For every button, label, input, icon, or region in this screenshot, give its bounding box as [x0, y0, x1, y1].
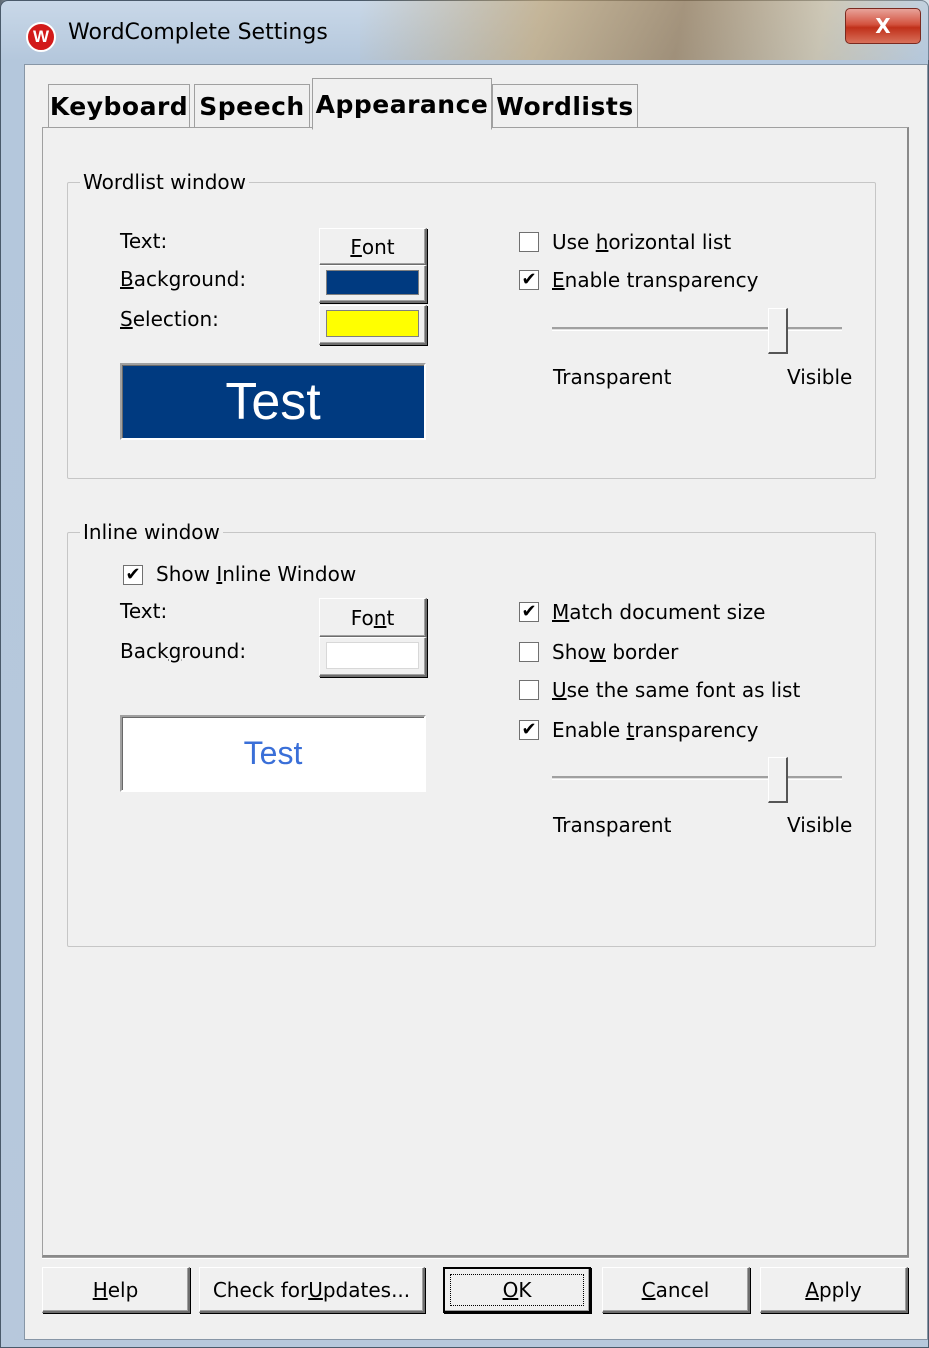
show-border-label[interactable]: Show border [552, 640, 678, 664]
tab-keyboard-label: Keyboard [49, 92, 189, 121]
wordlist-selection-color-button[interactable] [319, 305, 427, 345]
checkmark-icon: ✔ [125, 564, 141, 585]
wordlist-background-label: Background: [120, 267, 247, 291]
wordlist-slider-min-label: Transparent [553, 365, 672, 389]
wordlist-font-button[interactable]: Font [319, 228, 427, 266]
wordlist-transparency-slider-track[interactable] [552, 327, 842, 331]
same-font-as-list-label[interactable]: Use the same font as list [552, 678, 800, 702]
inline-window-group-label: Inline window [80, 520, 223, 544]
wordlist-enable-transparency-checkbox[interactable]: ✔ [519, 270, 539, 290]
tab-keyboard[interactable]: Keyboard [48, 84, 190, 128]
use-horizontal-list-checkbox[interactable] [519, 232, 539, 252]
inline-font-button[interactable]: Fo n t [319, 598, 427, 638]
wordlist-background-swatch [326, 270, 419, 295]
titlebar-background [360, 0, 929, 60]
use-horizontal-list-label[interactable]: Use horizontal list [552, 230, 731, 254]
tab-appearance[interactable]: Appearance [312, 78, 492, 130]
wordlist-background-color-button[interactable] [319, 265, 427, 303]
match-document-size-label[interactable]: Match document size [552, 600, 765, 624]
window-title: WordComplete Settings [68, 20, 328, 45]
inline-transparency-slider-track[interactable] [552, 776, 842, 780]
inline-text-label: Text: [120, 599, 168, 623]
same-font-as-list-checkbox[interactable] [519, 680, 539, 700]
checkmark-icon: ✔ [521, 719, 537, 740]
show-inline-window-checkbox[interactable]: ✔ [123, 565, 143, 585]
wordlist-slider-max-label: Visible [787, 365, 853, 389]
footer-divider [42, 1257, 909, 1259]
wordlist-text-label: Text: [120, 229, 168, 253]
ok-focus-rect: OK [450, 1274, 584, 1306]
check-for-updates-button[interactable]: Check for Updates... [199, 1267, 425, 1313]
tab-appearance-label: Appearance [315, 89, 489, 119]
wordlist-preview-text: Test [225, 372, 321, 431]
checkmark-icon: ✔ [521, 269, 537, 290]
inline-slider-min-label: Transparent [553, 813, 672, 837]
cancel-button[interactable]: Cancel [602, 1267, 750, 1313]
inline-enable-transparency-checkbox[interactable]: ✔ [519, 720, 539, 740]
inline-background-label: Background: [120, 639, 247, 663]
close-icon: X [875, 14, 891, 38]
help-button[interactable]: Help [42, 1267, 190, 1313]
wordcomplete-app-icon: W [26, 22, 56, 52]
inline-preview-text: Test [243, 735, 303, 771]
tab-wordlists[interactable]: Wordlists [492, 84, 638, 128]
wordlist-enable-transparency-label[interactable]: Enable transparency [552, 268, 758, 292]
tab-speech-label: Speech [199, 92, 305, 121]
wordlist-window-group-label: Wordlist window [80, 170, 250, 194]
wordlist-transparency-slider-thumb[interactable] [768, 308, 788, 354]
inline-background-swatch [326, 642, 419, 669]
inline-slider-max-label: Visible [787, 813, 853, 837]
inline-enable-transparency-label[interactable]: Enable transparency [552, 718, 758, 742]
close-button[interactable]: X [845, 8, 921, 44]
checkmark-icon: ✔ [521, 601, 537, 622]
show-inline-window-label[interactable]: Show Inline Window [156, 562, 356, 586]
inline-preview: Test [120, 715, 426, 792]
tab-speech[interactable]: Speech [194, 84, 310, 128]
wordlist-selection-swatch [326, 310, 419, 337]
apply-button[interactable]: Apply [760, 1267, 908, 1313]
ok-button[interactable]: OK [443, 1267, 591, 1313]
tab-wordlists-label: Wordlists [496, 92, 634, 121]
inline-transparency-slider-thumb[interactable] [768, 757, 788, 803]
show-border-checkbox[interactable] [519, 642, 539, 662]
wordlist-preview: Test [120, 363, 426, 440]
inline-background-color-button[interactable] [319, 637, 427, 677]
wordlist-selection-label: Selection: [120, 307, 219, 331]
match-document-size-checkbox[interactable]: ✔ [519, 602, 539, 622]
